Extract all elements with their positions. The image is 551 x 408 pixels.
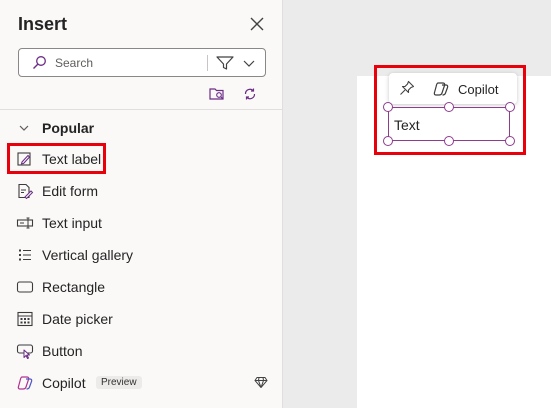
insert-item-copilot[interactable]: Copilot Preview	[8, 369, 274, 397]
search-divider	[207, 55, 208, 71]
insert-item-edit-form[interactable]: Edit form	[8, 177, 274, 205]
folder-search-icon	[209, 88, 224, 100]
button-icon	[16, 344, 34, 359]
popular-group-label: Popular	[42, 120, 95, 136]
insert-item-label: Edit form	[42, 183, 99, 199]
rectangle-icon	[16, 281, 34, 293]
insert-item-text-input[interactable]: Text input	[8, 209, 274, 237]
insert-item-label: Text input	[42, 215, 102, 231]
search-input[interactable]	[55, 53, 205, 73]
section-divider	[0, 109, 283, 110]
close-icon	[250, 17, 264, 31]
preview-badge: Preview	[96, 376, 142, 389]
vertical-gallery-icon	[19, 249, 31, 261]
media-folder-button[interactable]	[208, 85, 226, 103]
insert-item-label: Rectangle	[42, 279, 106, 295]
highlight-canvas-control	[374, 65, 526, 155]
search-box	[18, 48, 266, 77]
popular-group-header[interactable]: Popular	[18, 118, 94, 138]
close-button[interactable]	[246, 13, 268, 35]
insert-item-date-picker[interactable]: Date picker	[8, 305, 274, 333]
insert-item-button[interactable]: Button	[8, 337, 274, 365]
refresh-button[interactable]	[241, 85, 259, 103]
insert-pane: Insert Search Popular Text label Edit fo…	[0, 0, 283, 408]
insert-item-label: Button	[42, 343, 83, 359]
insert-item-label: Vertical gallery	[42, 247, 134, 263]
premium-diamond-icon	[254, 377, 268, 388]
insert-item-label: Date picker	[42, 311, 113, 327]
filter-icon	[216, 56, 234, 70]
edit-form-icon	[18, 183, 34, 199]
insert-item-label: Copilot	[42, 375, 86, 391]
chevron-down-icon	[243, 60, 255, 67]
date-picker-icon	[17, 311, 33, 327]
chevron-down-icon	[19, 125, 29, 131]
pane-title: Insert	[18, 14, 68, 34]
search-icon	[33, 56, 46, 69]
insert-item-rectangle[interactable]: Rectangle	[8, 273, 274, 301]
copilot-icon	[17, 376, 33, 390]
filter-button[interactable]	[215, 54, 261, 72]
highlight-text-label	[7, 143, 106, 174]
insert-item-vertical-gallery[interactable]: Vertical gallery	[8, 241, 274, 269]
text-input-icon	[16, 217, 34, 229]
refresh-icon	[244, 88, 256, 100]
